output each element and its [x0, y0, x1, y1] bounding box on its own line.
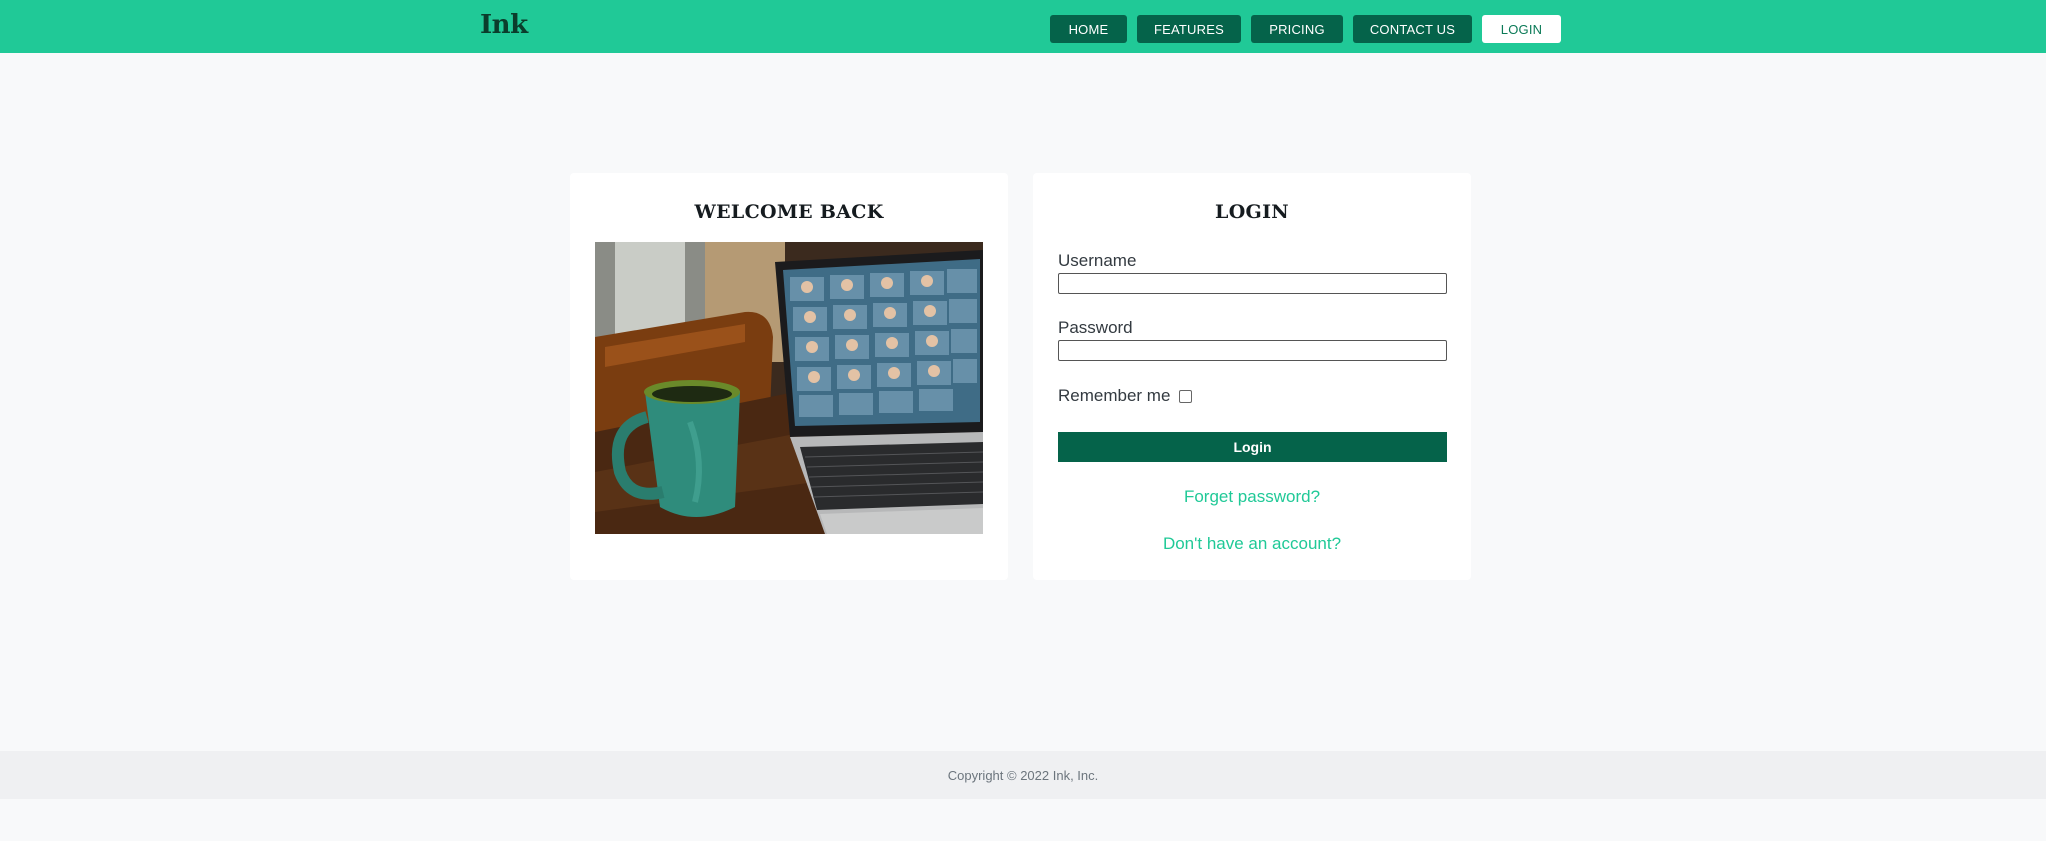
username-input[interactable] [1058, 273, 1447, 294]
footer: Copyright © 2022 Ink, Inc. [0, 751, 2046, 799]
login-card: LOGIN Username Password Remember me Logi… [1033, 173, 1471, 580]
login-submit-button[interactable]: Login [1058, 432, 1447, 462]
welcome-card: WELCOME BACK [570, 173, 1008, 580]
remember-me-checkbox[interactable] [1179, 389, 1193, 403]
password-label: Password [1058, 318, 1133, 337]
nav-contact-button[interactable]: CONTACT US [1353, 15, 1472, 43]
password-input[interactable] [1058, 340, 1447, 361]
nav-login-button[interactable]: LOGIN [1482, 15, 1561, 43]
brand-logo[interactable]: Ink [480, 10, 528, 40]
remember-me-row: Remember me [1058, 386, 1193, 406]
nav-home-button[interactable]: HOME [1050, 15, 1127, 43]
nav-features-button[interactable]: FEATURES [1137, 15, 1241, 43]
forgot-password-link[interactable]: Forget password? [1033, 487, 1471, 507]
laptop-video-call-image [595, 242, 983, 534]
welcome-title: WELCOME BACK [694, 201, 884, 223]
username-label: Username [1058, 251, 1137, 270]
copyright-text: Copyright © 2022 Ink, Inc. [947, 767, 1099, 783]
signup-link[interactable]: Don't have an account? [1033, 534, 1471, 554]
login-title: LOGIN [1215, 201, 1289, 223]
remember-me-label: Remember me [1058, 386, 1171, 405]
nav-pricing-button[interactable]: PRICING [1251, 15, 1343, 43]
top-navbar: Ink HOME FEATURES PRICING CONTACT US LOG… [0, 0, 2046, 53]
